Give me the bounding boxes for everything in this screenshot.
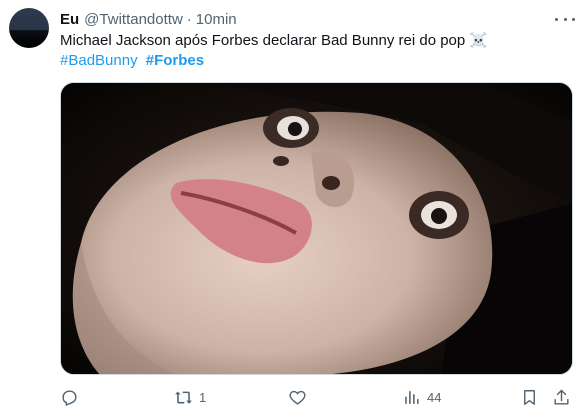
reply-button[interactable] bbox=[60, 387, 85, 407]
retweet-button[interactable]: 1 bbox=[174, 387, 206, 407]
timestamp[interactable]: 10min bbox=[196, 11, 237, 28]
hashtag-forbes[interactable]: #Forbes bbox=[146, 52, 204, 69]
share-icon bbox=[554, 389, 569, 405]
retweet-icon bbox=[175, 391, 192, 403]
hashtag-badbunny[interactable]: #BadBunny bbox=[60, 52, 138, 69]
author-name[interactable]: Eu bbox=[60, 11, 79, 28]
bookmark-button[interactable] bbox=[520, 387, 539, 407]
more-icon[interactable] bbox=[555, 10, 575, 28]
like-button[interactable] bbox=[288, 387, 313, 407]
tweet-text: Michael Jackson após Forbes declarar Bad… bbox=[60, 32, 489, 49]
views-count: 44 bbox=[427, 389, 442, 405]
tweet-header: Eu @Twittandottw · 10min bbox=[60, 9, 237, 29]
action-bar: 1 44 bbox=[60, 387, 573, 407]
tweet[interactable]: Eu @Twittandottw · 10min Michael Jackson… bbox=[0, 0, 587, 417]
tweet-media-image[interactable] bbox=[60, 82, 573, 375]
share-button[interactable] bbox=[552, 387, 571, 407]
hashtags: #BadBunny #Forbes bbox=[60, 51, 204, 71]
reply-icon bbox=[62, 389, 77, 406]
views-button[interactable]: 44 bbox=[402, 387, 441, 407]
meme-photo-illustration bbox=[61, 83, 572, 374]
author-handle[interactable]: @Twittandottw bbox=[84, 11, 183, 28]
avatar[interactable] bbox=[9, 8, 49, 48]
analytics-icon bbox=[405, 390, 419, 404]
heart-icon bbox=[289, 390, 306, 405]
separator: · bbox=[186, 10, 192, 28]
bookmark-icon bbox=[524, 389, 535, 405]
retweet-count: 1 bbox=[199, 389, 207, 405]
